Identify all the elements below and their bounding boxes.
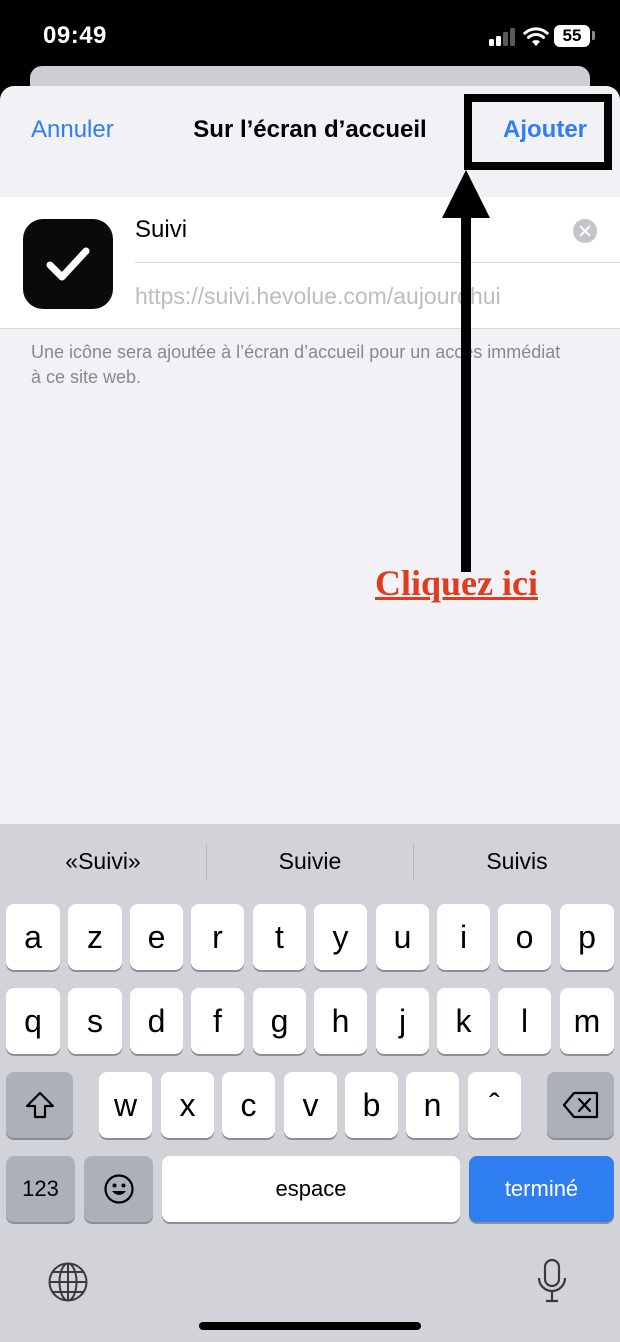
url-label: https://suivi.hevolue.com/aujourdhui bbox=[135, 283, 501, 309]
annotation-click-here: Cliquez ici bbox=[375, 563, 538, 603]
microphone-icon[interactable] bbox=[536, 1258, 568, 1304]
battery-tip bbox=[592, 31, 595, 40]
suggestion-item[interactable]: Suivis bbox=[414, 838, 620, 884]
home-indicator bbox=[199, 1322, 421, 1330]
key-circumflex[interactable]: ˆ bbox=[468, 1072, 521, 1138]
key-n[interactable]: n bbox=[406, 1072, 459, 1138]
key-v[interactable]: v bbox=[284, 1072, 337, 1138]
key-k[interactable]: k bbox=[437, 988, 490, 1054]
suggestion-item[interactable]: Suivie bbox=[207, 838, 413, 884]
emoji-icon bbox=[103, 1174, 134, 1204]
key-w[interactable]: w bbox=[99, 1072, 152, 1138]
annotation-arrow-head bbox=[442, 170, 490, 218]
key-l[interactable]: l bbox=[498, 988, 551, 1054]
bookmark-form: https://suivi.hevolue.com/aujourdhui bbox=[0, 197, 620, 329]
clear-text-icon[interactable] bbox=[573, 219, 597, 243]
status-bar: 09:49 55 bbox=[0, 0, 620, 70]
status-time: 09:49 bbox=[43, 22, 107, 49]
key-e[interactable]: e bbox=[130, 904, 183, 970]
key-p[interactable]: p bbox=[560, 904, 614, 970]
key-q[interactable]: q bbox=[6, 988, 60, 1054]
key-f[interactable]: f bbox=[191, 988, 244, 1054]
app-icon-preview bbox=[23, 219, 113, 309]
shift-key[interactable] bbox=[6, 1072, 73, 1138]
checkmark-icon bbox=[46, 247, 90, 281]
key-c[interactable]: c bbox=[222, 1072, 275, 1138]
numbers-key[interactable]: 123 bbox=[6, 1156, 75, 1222]
key-z[interactable]: z bbox=[68, 904, 122, 970]
key-g[interactable]: g bbox=[253, 988, 306, 1054]
key-o[interactable]: o bbox=[498, 904, 551, 970]
sheet-nav-bar: Annuler Sur l’écran d’accueil Ajouter bbox=[0, 86, 620, 198]
key-i[interactable]: i bbox=[437, 904, 490, 970]
key-d[interactable]: d bbox=[130, 988, 183, 1054]
wifi-icon bbox=[523, 27, 549, 46]
field-divider bbox=[135, 262, 620, 263]
emoji-key[interactable] bbox=[84, 1156, 153, 1222]
key-b[interactable]: b bbox=[345, 1072, 398, 1138]
key-h[interactable]: h bbox=[314, 988, 367, 1054]
key-m[interactable]: m bbox=[560, 988, 614, 1054]
annotation-highlight-box bbox=[464, 94, 612, 170]
annotation-arrow-shaft bbox=[461, 210, 471, 572]
key-s[interactable]: s bbox=[68, 988, 122, 1054]
key-u[interactable]: u bbox=[376, 904, 429, 970]
globe-icon[interactable] bbox=[47, 1261, 89, 1303]
key-t[interactable]: t bbox=[253, 904, 306, 970]
info-footnote: Une icône sera ajoutée à l’écran d’accue… bbox=[31, 342, 561, 387]
backspace-icon bbox=[562, 1091, 598, 1119]
battery-icon: 55 bbox=[554, 25, 590, 47]
key-j[interactable]: j bbox=[376, 988, 429, 1054]
name-field[interactable] bbox=[135, 215, 565, 245]
backspace-key[interactable] bbox=[547, 1072, 614, 1138]
suggestion-item[interactable]: «Suivi» bbox=[0, 838, 206, 884]
key-a[interactable]: a bbox=[6, 904, 60, 970]
keyboard: «Suivi» Suivie Suivis a z e r t y u i o … bbox=[0, 824, 620, 1342]
suggestion-bar: «Suivi» Suivie Suivis bbox=[0, 838, 620, 884]
cellular-signal-icon bbox=[489, 28, 517, 46]
done-key[interactable]: terminé bbox=[469, 1156, 614, 1222]
key-x[interactable]: x bbox=[161, 1072, 214, 1138]
key-y[interactable]: y bbox=[314, 904, 367, 970]
shift-icon bbox=[25, 1091, 54, 1119]
key-r[interactable]: r bbox=[191, 904, 244, 970]
space-key[interactable]: espace bbox=[162, 1156, 460, 1222]
